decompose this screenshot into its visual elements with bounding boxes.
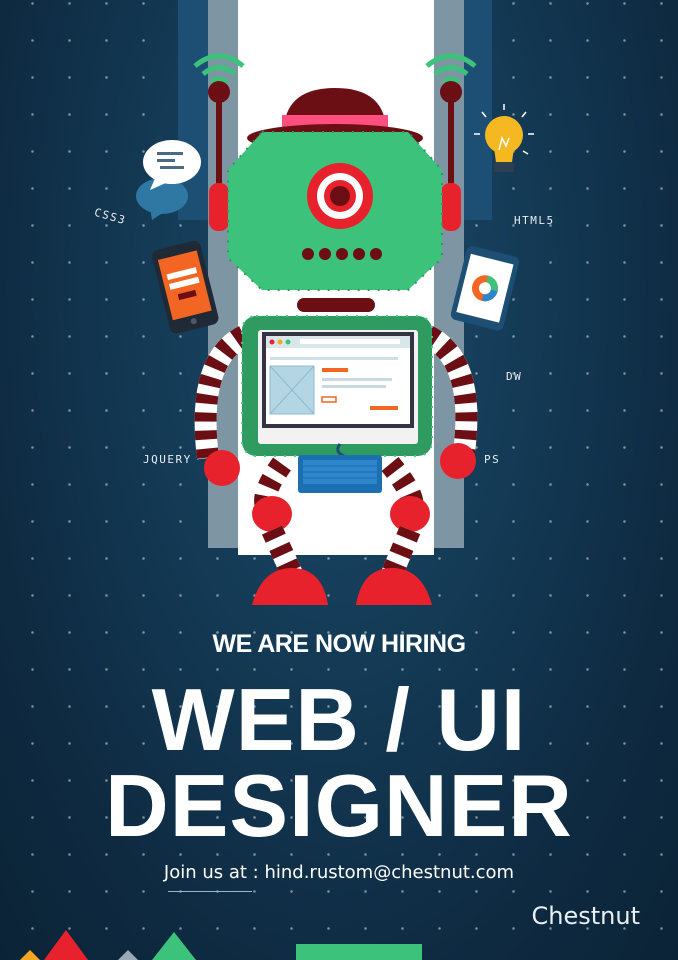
skill-label-dw: DW — [506, 370, 523, 383]
hiring-poster: CSS3 HTML5 DW JQUERY PS WE ARE NOW HIRIN… — [0, 0, 678, 960]
hiring-heading: WE ARE NOW HIRING — [212, 630, 466, 658]
skill-label-html: HTML5 — [514, 214, 555, 227]
role-title-line-2: DESIGNER — [105, 756, 573, 855]
footer-triangle — [118, 950, 138, 960]
contact-underline — [168, 891, 252, 892]
contact-email-text: Join us at : hind.rustom@chestnut.com — [163, 862, 515, 883]
footer-triangle — [44, 930, 88, 960]
role-title-line-1: WEB / UI — [151, 670, 527, 769]
skill-label-jquery: JQUERY — [143, 453, 192, 466]
footer-decoration — [20, 930, 422, 960]
robot-torso-monitor — [241, 315, 433, 457]
footer-green-bar — [296, 944, 422, 960]
robot-illustration — [136, 0, 534, 605]
footer-triangle — [152, 932, 196, 960]
robot-head — [227, 131, 443, 291]
skill-label-ps: PS — [484, 453, 501, 466]
footer-triangle — [20, 950, 40, 960]
robot-neck — [297, 298, 375, 312]
